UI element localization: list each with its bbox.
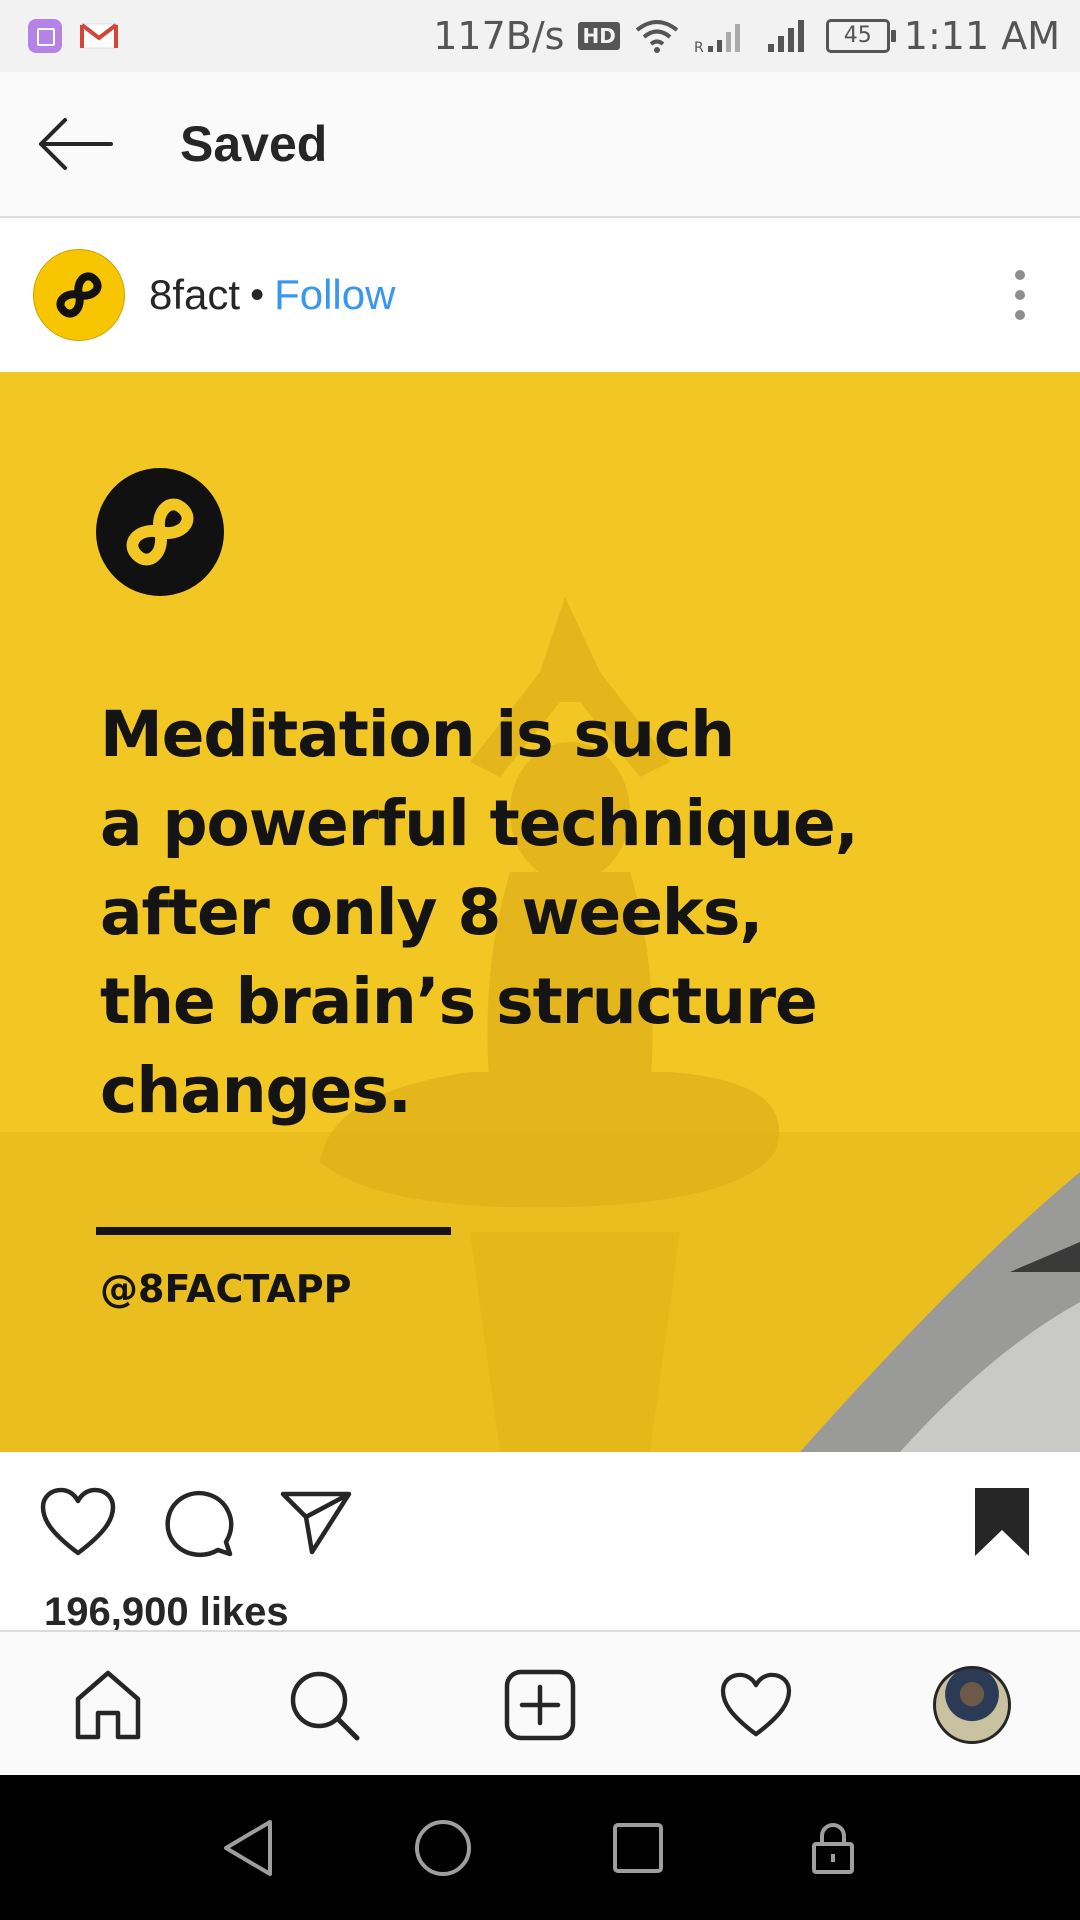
quote-line: Meditation is such xyxy=(100,698,735,771)
infinity-logo-icon xyxy=(56,272,102,318)
arrow-left-icon xyxy=(39,118,113,170)
share-button[interactable] xyxy=(276,1482,356,1562)
send-icon xyxy=(280,1491,352,1555)
brand-logo xyxy=(96,468,224,596)
quote-line: the brain’s structure xyxy=(100,965,818,1038)
separator-dot: • xyxy=(250,272,265,317)
system-recents-button[interactable] xyxy=(598,1808,678,1888)
more-options-button[interactable] xyxy=(1000,255,1040,335)
post-handle: @8FACTAPP xyxy=(100,1267,352,1311)
system-back-button[interactable] xyxy=(208,1808,288,1888)
app-header: Saved xyxy=(0,72,1080,218)
recents-square-icon xyxy=(612,1822,663,1873)
divider xyxy=(96,1227,451,1235)
quote-line: changes. xyxy=(100,1054,412,1127)
quote-line: a powerful technique, xyxy=(100,787,859,860)
home-circle-icon xyxy=(414,1819,471,1876)
svg-text:R: R xyxy=(694,40,704,54)
nav-home-button[interactable] xyxy=(58,1655,158,1755)
gmail-icon xyxy=(80,23,118,49)
save-button[interactable] xyxy=(962,1482,1042,1562)
signal-icon xyxy=(767,20,804,52)
page-title: Saved xyxy=(180,116,328,172)
quote-line: after only 8 weeks, xyxy=(100,876,763,949)
new-post-icon xyxy=(504,1669,576,1740)
like-button[interactable] xyxy=(38,1482,118,1562)
more-vertical-icon-dot xyxy=(1015,290,1025,300)
comment-button[interactable] xyxy=(158,1482,238,1562)
battery-icon: 45 xyxy=(825,19,896,53)
nav-profile-button[interactable] xyxy=(922,1655,1022,1755)
follow-button[interactable]: Follow xyxy=(274,271,395,319)
post-author-avatar[interactable] xyxy=(33,249,125,341)
system-lock-button[interactable] xyxy=(793,1808,873,1888)
back-triangle-icon xyxy=(223,1819,272,1876)
more-vertical-icon-dot xyxy=(1015,310,1025,320)
activity-heart-icon xyxy=(720,1672,792,1736)
lock-icon xyxy=(811,1822,854,1874)
wifi-icon xyxy=(635,20,679,53)
gallery-app-icon xyxy=(28,19,62,53)
post-username[interactable]: 8fact xyxy=(149,271,240,319)
clock: 1:11 AM xyxy=(903,14,1060,58)
home-icon xyxy=(75,1670,141,1739)
signal-icon: R xyxy=(694,24,740,54)
post-header: 8fact • Follow xyxy=(0,218,1080,372)
post-actions xyxy=(0,1452,1080,1592)
post-image[interactable]: Meditation is such a powerful technique,… xyxy=(0,372,1080,1452)
nav-activity-button[interactable] xyxy=(706,1655,806,1755)
post-quote: Meditation is such a powerful technique,… xyxy=(100,690,900,1135)
profile-avatar xyxy=(933,1665,1011,1744)
hd-badge: HD xyxy=(578,22,620,50)
bottom-navigation xyxy=(0,1630,1080,1777)
heart-icon xyxy=(40,1487,116,1556)
bookmark-filled-icon xyxy=(975,1488,1029,1556)
status-bar: 117B/s HD R 45 1:11 AM xyxy=(0,0,1080,72)
network-speed: 117B/s xyxy=(433,14,565,58)
system-home-button[interactable] xyxy=(403,1808,483,1888)
search-icon xyxy=(290,1671,360,1740)
system-navigation-bar xyxy=(0,1775,1080,1920)
nav-search-button[interactable] xyxy=(274,1655,374,1755)
back-button[interactable] xyxy=(20,89,130,199)
comment-icon xyxy=(165,1490,234,1558)
nav-new-post-button[interactable] xyxy=(490,1655,590,1755)
likes-count[interactable]: 196,900 likes xyxy=(44,1590,289,1635)
infinity-logo-icon xyxy=(126,498,194,566)
more-vertical-icon xyxy=(1015,270,1025,280)
